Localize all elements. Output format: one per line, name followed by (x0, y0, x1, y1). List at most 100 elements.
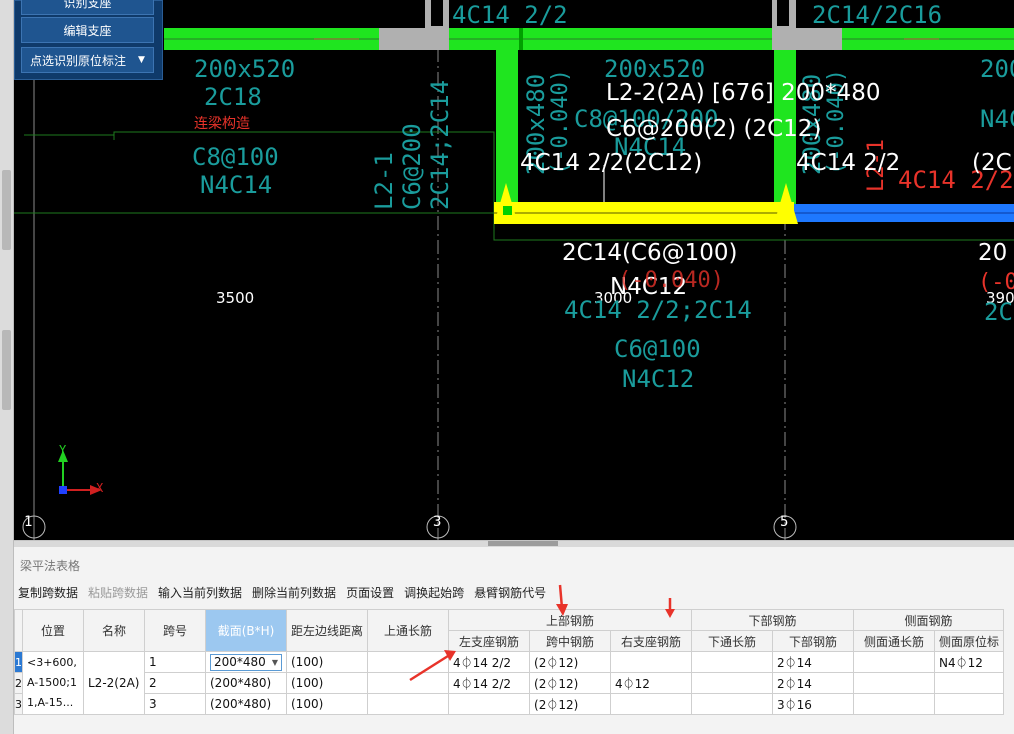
col-header-right-support[interactable]: 右支座钢筋 (610, 630, 693, 652)
app-window: 1 3 5 3500 3000 390 Y X 200x520 2C18 连梁构… (0, 0, 1014, 734)
position-line: <3+600, (27, 656, 77, 669)
top-through-cell[interactable] (367, 693, 450, 715)
col-header-top-rebar[interactable]: 上部钢筋 (448, 609, 693, 631)
bottom-cell[interactable]: 3⏀16 (772, 693, 855, 715)
position-line: 1,A-15... (27, 696, 74, 709)
right-support-cell[interactable] (610, 693, 693, 715)
input-column-data-button[interactable]: 输入当前列数据 (158, 584, 242, 601)
grid-number: 1 (24, 514, 33, 530)
copy-span-data-button[interactable]: 复制跨数据 (18, 584, 78, 601)
left-support-cell[interactable]: 4⏀14 2/2 (448, 672, 531, 694)
bottom-through-cell[interactable] (691, 693, 774, 715)
page-setup-button[interactable]: 页面设置 (346, 584, 394, 601)
cad-label: C6@100 (614, 335, 701, 363)
grid-number: 3 (433, 514, 442, 530)
col-header-name[interactable]: 名称 (83, 609, 145, 652)
cad-label: N4C12 (622, 365, 695, 393)
cad-label: 200x520 (194, 55, 296, 83)
beam-stirrup-label: C6@200(2) (2C12) (606, 116, 822, 142)
name-cell[interactable]: L2-2(2A) (83, 651, 145, 715)
edge-distance-cell[interactable]: (100) (285, 693, 369, 715)
col-header-span[interactable]: 跨号 (144, 609, 206, 652)
floating-tool-panel: 识别支座 编辑支座 点选识别原位标注 ▼ (14, 0, 163, 80)
col-header-side-rebar[interactable]: 侧面钢筋 (853, 609, 1005, 631)
cad-label: L2-1 (370, 152, 398, 210)
cad-label: 2C18 (204, 83, 262, 111)
mid-span-cell[interactable]: (2⏀12) (529, 651, 612, 673)
side-original-cell[interactable]: N4⏀12 (934, 651, 1005, 673)
span-cell[interactable]: 2 (144, 672, 206, 694)
bottom-rebar-label: 2C14(C6@100) (562, 240, 738, 266)
col-header-bottom-through[interactable]: 下通长筋 (691, 630, 774, 652)
right-support-cell[interactable]: 4⏀12 (610, 672, 693, 694)
edit-support-button[interactable]: 编辑支座 (21, 17, 154, 43)
top-through-cell[interactable] (367, 672, 450, 694)
side-original-cell[interactable] (934, 693, 1005, 715)
paste-span-data-button[interactable]: 粘贴跨数据 (88, 584, 148, 601)
cad-label: 2C14;2C14 (426, 79, 454, 210)
bottom-through-cell[interactable] (691, 651, 774, 673)
side-through-cell[interactable] (853, 672, 936, 694)
bottom-through-cell[interactable] (691, 672, 774, 694)
position-cell[interactable]: <3+600, A-1500;1 1,A-15... (22, 651, 84, 715)
row-number[interactable]: 1 (14, 651, 23, 673)
strip-grip[interactable] (2, 330, 11, 410)
col-header-section[interactable]: 截面(B*H) (205, 609, 287, 652)
col-header-bottom[interactable]: 下部钢筋 (772, 630, 855, 652)
col-header-edge-distance[interactable]: 距左边线距离 (285, 609, 369, 652)
button-label: 识别支座 (63, 0, 112, 10)
left-side-strip[interactable] (0, 0, 14, 734)
table-toolbar: 复制跨数据 粘贴跨数据 输入当前列数据 删除当前列数据 页面设置 调换起始跨 悬… (18, 584, 546, 601)
swap-start-span-button[interactable]: 调换起始跨 (404, 584, 464, 601)
edge-distance-cell[interactable]: (100) (285, 672, 369, 694)
side-through-cell[interactable] (853, 651, 936, 673)
identify-support-button[interactable]: 识别支座 (21, 0, 154, 15)
edge-distance-cell[interactable]: (100) (285, 651, 369, 673)
mid-span-cell[interactable]: (2⏀12) (529, 672, 612, 694)
span-cell[interactable]: 1 (144, 651, 206, 673)
section-cell[interactable]: (200*480) (205, 693, 287, 715)
button-label: 编辑支座 (63, 23, 112, 38)
row-number[interactable]: 2 (14, 672, 23, 694)
side-original-cell[interactable] (934, 672, 1005, 694)
col-header-side-original[interactable]: 侧面原位标 (934, 630, 1005, 652)
button-label: 点选识别原位标注 (30, 53, 127, 68)
row-number[interactable]: 3 (14, 693, 23, 715)
section-dropdown[interactable]: 200*480 ▼ (210, 653, 282, 671)
cad-canvas[interactable]: 1 3 5 3500 3000 390 Y X 200x520 2C18 连梁构… (14, 0, 1014, 540)
support-label: 4C14 2/2(2C12) (520, 150, 703, 176)
dimension-label: 3500 (216, 289, 255, 307)
left-support-cell[interactable] (448, 693, 531, 715)
cad-label: 连梁构造 (194, 116, 250, 132)
support-label: 4C14 2/2 (796, 150, 901, 176)
cad-label: 20 (978, 240, 1008, 266)
mid-span-cell[interactable]: (2⏀12) (529, 693, 612, 715)
col-header-bottom-rebar[interactable]: 下部钢筋 (691, 609, 855, 631)
right-support-cell[interactable] (610, 651, 693, 673)
dropdown-arrow-icon[interactable]: ▼ (138, 55, 145, 65)
corner-cell (14, 609, 23, 652)
bottom-cell[interactable]: 2⏀14 (772, 651, 855, 673)
side-through-cell[interactable] (853, 693, 936, 715)
cad-label: (-0.040) (618, 268, 724, 293)
col-header-top-through[interactable]: 上通长筋 (367, 609, 450, 652)
beam-title-label: L2-2(2A) [676] 200*480 (606, 80, 881, 106)
splitter-handle[interactable] (488, 541, 558, 546)
strip-grip[interactable] (2, 170, 11, 250)
span-cell[interactable]: 3 (144, 693, 206, 715)
delete-column-data-button[interactable]: 删除当前列数据 (252, 584, 336, 601)
col-header-position[interactable]: 位置 (22, 609, 84, 652)
chevron-down-icon[interactable]: ▼ (272, 658, 278, 667)
bottom-cell[interactable]: 2⏀14 (772, 672, 855, 694)
section-cell[interactable]: 200*480 ▼ (205, 651, 287, 673)
top-through-cell[interactable] (367, 651, 450, 673)
cantilever-code-button[interactable]: 悬臂钢筋代号 (474, 584, 546, 601)
point-identify-annotation-button[interactable]: 点选识别原位标注 ▼ (21, 47, 154, 73)
section-cell[interactable]: (200*480) (205, 672, 287, 694)
col-header-side-through[interactable]: 侧面通长筋 (853, 630, 936, 652)
left-support-cell[interactable]: 4⏀14 2/2 (448, 651, 531, 673)
col-header-left-support[interactable]: 左支座钢筋 (448, 630, 531, 652)
panel-splitter[interactable] (14, 540, 1014, 547)
cad-label: N4C (980, 105, 1014, 133)
col-header-mid-span[interactable]: 跨中钢筋 (529, 630, 612, 652)
